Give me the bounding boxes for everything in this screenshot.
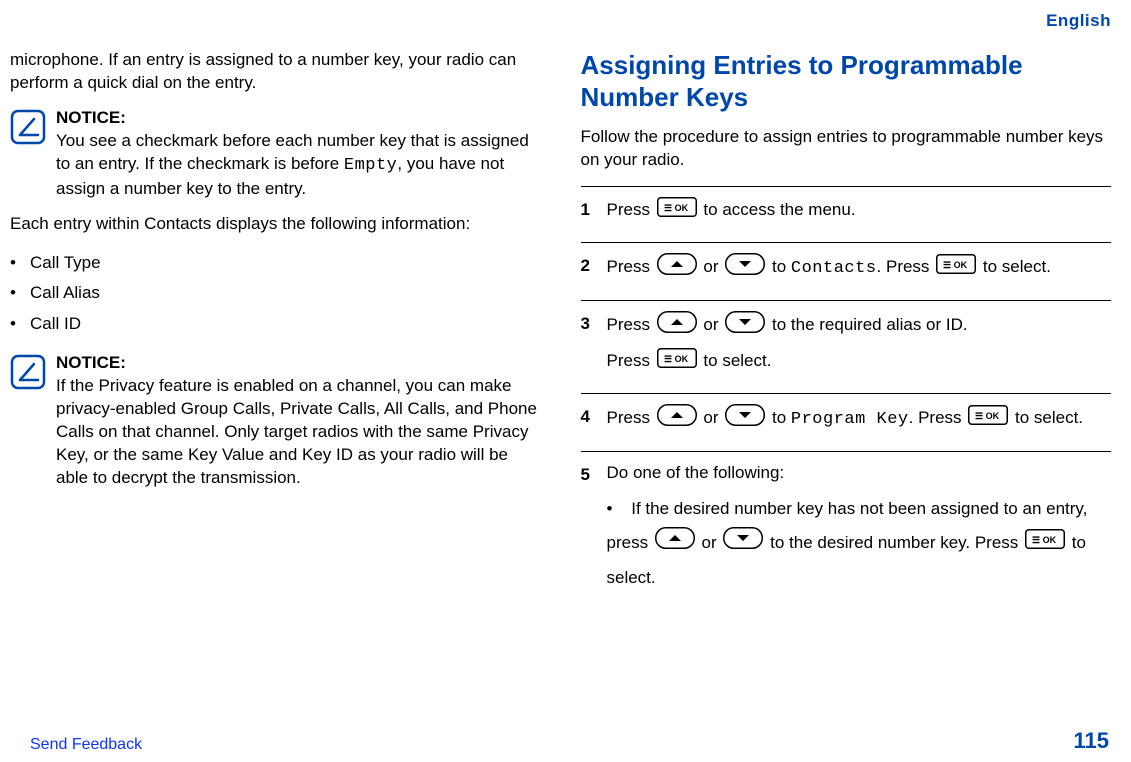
step-text: Press xyxy=(607,408,655,427)
step-text: . Press xyxy=(877,257,935,276)
step-text: Press xyxy=(607,315,655,334)
step-code: Program Key xyxy=(791,410,909,429)
notice-title: NOTICE: xyxy=(56,353,126,372)
notice-icon xyxy=(10,109,46,145)
step-body: Press or to Program Key. Press to select… xyxy=(607,404,1112,441)
right-column: Assigning Entries to Programmable Number… xyxy=(581,49,1112,605)
notice-block: NOTICE: If the Privacy feature is enable… xyxy=(10,352,541,490)
up-key-icon xyxy=(657,404,697,433)
steps-list: 1 Press to access the menu. 2 P xyxy=(581,186,1112,605)
ok-key-icon xyxy=(936,254,976,281)
down-key-icon xyxy=(725,311,765,340)
down-key-icon xyxy=(725,404,765,433)
info-intro: Each entry within Contacts displays the … xyxy=(10,213,541,236)
manual-page: English microphone. If an entry is assig… xyxy=(0,0,1131,762)
step-number: 1 xyxy=(581,197,607,222)
step-row: 3 Press or to the required alias or ID. … xyxy=(581,300,1112,393)
notice-body: NOTICE: If the Privacy feature is enable… xyxy=(56,352,541,490)
intro-paragraph: microphone. If an entry is assigned to a… xyxy=(10,49,541,95)
notice-body: NOTICE: You see a checkmark before each … xyxy=(56,107,541,201)
step-body: Press or to Contacts. Press to select. xyxy=(607,253,1112,290)
step-text: to xyxy=(772,408,791,427)
language-label: English xyxy=(10,10,1111,33)
step-text: to xyxy=(772,257,791,276)
list-item: Call ID xyxy=(10,309,541,340)
step-row: 1 Press to access the menu. xyxy=(581,186,1112,242)
notice-code: Empty xyxy=(344,156,398,175)
list-item: Call Type xyxy=(10,248,541,279)
notice-icon xyxy=(10,354,46,390)
up-key-icon xyxy=(655,527,695,561)
step-text: or xyxy=(703,315,723,334)
step-row: 5 Do one of the following: If the desire… xyxy=(581,451,1112,605)
list-item: Call Alias xyxy=(10,278,541,309)
content-columns: microphone. If an entry is assigned to a… xyxy=(10,49,1111,605)
step-text: to the desired number key. Press xyxy=(770,533,1023,552)
left-column: microphone. If an entry is assigned to a… xyxy=(10,49,541,605)
up-key-icon xyxy=(657,311,697,340)
ok-key-icon xyxy=(1025,527,1065,561)
step-text: . Press xyxy=(909,408,967,427)
send-feedback-link[interactable]: Send Feedback xyxy=(30,734,142,756)
section-intro: Follow the procedure to assign entries t… xyxy=(581,126,1112,172)
list-item: If the desired number key has not been a… xyxy=(607,492,1112,595)
step-body: Do one of the following: If the desired … xyxy=(607,462,1112,595)
step-number: 4 xyxy=(581,404,607,429)
step-text: or xyxy=(702,533,722,552)
section-heading: Assigning Entries to Programmable Number… xyxy=(581,49,1112,114)
step-text: to access the menu. xyxy=(703,200,855,219)
notice-text: If the Privacy feature is enabled on a c… xyxy=(56,376,537,487)
ok-key-icon xyxy=(657,348,697,375)
down-key-icon xyxy=(723,527,763,561)
step-body: Press to access the menu. xyxy=(607,197,1112,232)
step-sublist: If the desired number key has not been a… xyxy=(607,492,1112,595)
page-footer: Send Feedback 115 xyxy=(0,726,1131,756)
ok-key-icon xyxy=(968,405,1008,432)
step-text: to select. xyxy=(983,257,1051,276)
step-body: Press or to the required alias or ID. Pr… xyxy=(607,311,1112,383)
notice-block: NOTICE: You see a checkmark before each … xyxy=(10,107,541,201)
step-text: or xyxy=(703,408,723,427)
step-row: 4 Press or to Program Key. Press to sele… xyxy=(581,393,1112,451)
ok-key-icon xyxy=(657,197,697,224)
down-key-icon xyxy=(725,253,765,282)
page-number: 115 xyxy=(1074,726,1110,756)
step-text: Press xyxy=(607,257,655,276)
step-text: to select. xyxy=(703,351,771,370)
up-key-icon xyxy=(657,253,697,282)
step-text: to the required alias or ID. xyxy=(772,315,968,334)
step-text: Press xyxy=(607,351,655,370)
step-text: Press xyxy=(607,200,655,219)
info-list: Call Type Call Alias Call ID xyxy=(10,248,541,341)
step-text: or xyxy=(703,257,723,276)
step-text: to select. xyxy=(1015,408,1083,427)
step-number: 3 xyxy=(581,311,607,336)
step-code: Contacts xyxy=(791,259,877,278)
step-number: 2 xyxy=(581,253,607,278)
step-number: 5 xyxy=(581,462,607,487)
step-intro: Do one of the following: xyxy=(607,462,1112,485)
step-row: 2 Press or to Contacts. Press to select. xyxy=(581,242,1112,300)
notice-title: NOTICE: xyxy=(56,108,126,127)
